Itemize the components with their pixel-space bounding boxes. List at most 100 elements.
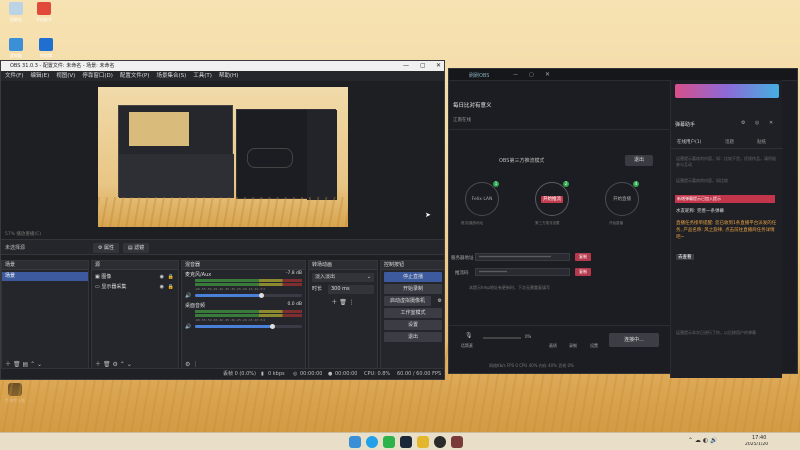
obs-preview-canvas[interactable] [98, 87, 348, 227]
more-icon[interactable]: ⋮ [349, 299, 355, 306]
record-tool[interactable]: 录制 [569, 343, 577, 349]
gear-icon[interactable]: ⚙ [185, 361, 190, 368]
copy-key-button[interactable]: 复制 [575, 268, 591, 276]
mode-label: OBS第三方推流模式 [499, 158, 545, 164]
remove-icon[interactable]: 🗑 [103, 361, 111, 368]
add-icon[interactable]: ＋ [5, 361, 11, 368]
source-toolbar: 未选择源 ⚙ 属性 ▤ 滤镜 [1, 239, 444, 255]
task-notice: 直播任务接单提醒: 您已收到1条直播平台派发的任务, 产品名称: 风之旋律, 点… [676, 221, 777, 240]
connect-button[interactable]: 连接中... [609, 333, 659, 347]
menu-file[interactable]: 文件(F) [5, 73, 23, 79]
push-hint: 本提示hmp地址有更新时，下次无需重复填写 [469, 285, 550, 290]
obs-taskbar-icon[interactable] [434, 436, 446, 448]
gear-icon[interactable]: ⚙ [438, 296, 442, 306]
exit-button[interactable]: 退出 [625, 155, 653, 166]
filter-icon[interactable]: ▤ [22, 361, 28, 368]
move-down-icon[interactable]: ⌄ [37, 361, 42, 368]
recycle-bin-icon[interactable]: 回收站 [3, 2, 29, 23]
studio-mode-button[interactable]: 工作室模式 [384, 308, 442, 318]
transition-select[interactable]: 淡入淡出 ⌄ [312, 273, 374, 282]
stream-key-input[interactable]: ************** [475, 268, 570, 276]
move-up-icon[interactable]: ⌃ [30, 361, 35, 368]
network-icon: ▮ [261, 371, 264, 377]
speaker-icon[interactable]: 🔊 [185, 324, 191, 330]
steam-icon[interactable] [400, 436, 412, 448]
source-item-image[interactable]: ▣ 图像 ◉ 🔒 [92, 272, 178, 282]
step-push[interactable]: 开始推流 2 [535, 181, 569, 216]
remove-icon[interactable]: 🗑 [13, 361, 21, 368]
obs-menubar: 文件(F) 编辑(E) 视图(V) 停靠窗口(D) 配置文件(P) 场景集合(S) 工具(T… [1, 71, 444, 81]
mic-volume-slider[interactable] [195, 293, 302, 298]
close-icon[interactable]: ✕ [545, 71, 550, 78]
mic-icon[interactable]: 🎙 [465, 332, 473, 339]
more-icon[interactable]: ⋮ [192, 361, 198, 368]
clock-date: 2025/1/20 [745, 442, 769, 447]
mixer-track-desktop: 桌面音频 0.0 dB -60 -55 -50 -45 -40 -35 -30 -… [185, 302, 302, 330]
user-message: 水友昵称: 完善一条弹幕 [676, 209, 724, 214]
source-item-display[interactable]: ▭ 显示器采集 ◉ 🔒 [92, 282, 178, 292]
menu-edit[interactable]: 编辑(E) [30, 73, 49, 79]
tray-icons[interactable]: ⌃ ☁ ◐ 🔊 [688, 437, 717, 444]
minimize-icon[interactable]: — [403, 61, 409, 71]
settings-tool[interactable]: 设置 [590, 343, 598, 349]
move-up-icon[interactable]: ⌃ [120, 361, 125, 368]
stream-title: 每日比对有意义 [453, 103, 492, 109]
maximize-icon[interactable]: ▢ [529, 72, 534, 78]
menu-tools[interactable]: 工具(T) [193, 73, 212, 79]
scene-item[interactable]: 场景 [2, 272, 88, 281]
filters-button[interactable]: ▤ 滤镜 [123, 243, 149, 253]
add-icon[interactable]: ＋ [331, 299, 337, 306]
close-icon[interactable]: ✕ [769, 120, 773, 126]
menu-help[interactable]: 帮助(H) [219, 73, 238, 79]
obs-statusbar: 丢帧 0 (0.0%) ▮ 0 kbps ◎ 00:00:00 ● 00:00:… [1, 368, 444, 379]
start-recording-button[interactable]: 开始录制 [384, 284, 442, 294]
quality-tool[interactable]: 画质 [549, 343, 557, 349]
phone-assistant-icon[interactable]: 手机助手 [31, 2, 57, 23]
speaker-icon[interactable]: 🔊 [185, 293, 191, 299]
move-down-icon[interactable]: ⌄ [127, 361, 132, 368]
gear-icon[interactable]: ⚙ [741, 120, 745, 126]
view-task-link[interactable]: 去查看 [676, 254, 694, 260]
tab-online[interactable]: 在线用户(1) [677, 139, 701, 145]
gear-icon[interactable]: ⚙ [112, 361, 117, 368]
clock-time: 17:40 [752, 435, 767, 441]
mixer-dock: 混音器 麦克风/Aux -7.8 dB -60 -55 -50 -45 -40 -… [181, 260, 306, 371]
menu-view[interactable]: 视图(V) [56, 73, 75, 79]
exit-button[interactable]: 退出 [384, 332, 442, 342]
menu-scene-collection[interactable]: 场景集合(S) [156, 73, 186, 79]
virtual-camera-button[interactable]: 启动虚拟摄像机 ⚙ [384, 296, 442, 306]
desktop-volume-slider[interactable] [195, 324, 302, 329]
duration-input[interactable]: 300 ms [328, 285, 374, 294]
this-pc-icon[interactable]: 此电脑 [3, 38, 29, 59]
maximize-icon[interactable]: ▢ [420, 61, 426, 71]
stop-streaming-button[interactable]: 停止直播 [384, 272, 442, 282]
controls-dock: 控制按钮 停止直播 开始录制 启动虚拟摄像机 ⚙ 工作室模式 设置 退出 [380, 260, 444, 371]
settings-button[interactable]: 设置 [384, 320, 442, 330]
folder-icon[interactable] [417, 436, 429, 448]
tab-stickers[interactable]: 贴纸 [757, 139, 766, 145]
menu-docks[interactable]: 停靠窗口(D) [82, 73, 113, 79]
server-url-input[interactable]: ************************************ [475, 253, 570, 261]
stream-tab[interactable]: 刷刷OBS [469, 72, 489, 79]
add-icon[interactable]: ＋ [95, 361, 101, 368]
mic-slider[interactable] [483, 337, 521, 339]
menu-profile[interactable]: 配置文件(P) [120, 73, 150, 79]
copy-server-button[interactable]: 复制 [575, 253, 591, 261]
wechat-icon[interactable] [383, 436, 395, 448]
start-icon[interactable] [349, 436, 361, 448]
scenes-dock: 场景 场景 ＋ 🗑 ▤ ⌃ ⌄ [1, 260, 89, 371]
remove-icon[interactable]: 🗑 [339, 299, 347, 306]
close-icon[interactable]: ✕ [436, 61, 441, 71]
pin-icon[interactable]: ◎ [755, 120, 759, 126]
filter-icon: ▤ [127, 245, 133, 251]
warning-banner[interactable]: 新增弹幕提示已加入提示 [675, 195, 775, 203]
promo-banner[interactable] [675, 84, 779, 98]
sources-dock-header: 源 [92, 261, 178, 270]
tab-topic[interactable]: 话题 [725, 139, 734, 145]
properties-button[interactable]: ⚙ 属性 [93, 243, 119, 253]
quick-clip-icon[interactable]: 快剪辑 [33, 38, 59, 59]
stream-app-taskbar-icon[interactable] [451, 436, 463, 448]
minimize-icon[interactable]: — [513, 72, 518, 78]
obs-window: OBS 31.0.3 - 配置文件: 未命名 - 场景: 未命名 — ▢ ✕ 文… [0, 60, 445, 380]
edge-icon[interactable] [366, 436, 378, 448]
